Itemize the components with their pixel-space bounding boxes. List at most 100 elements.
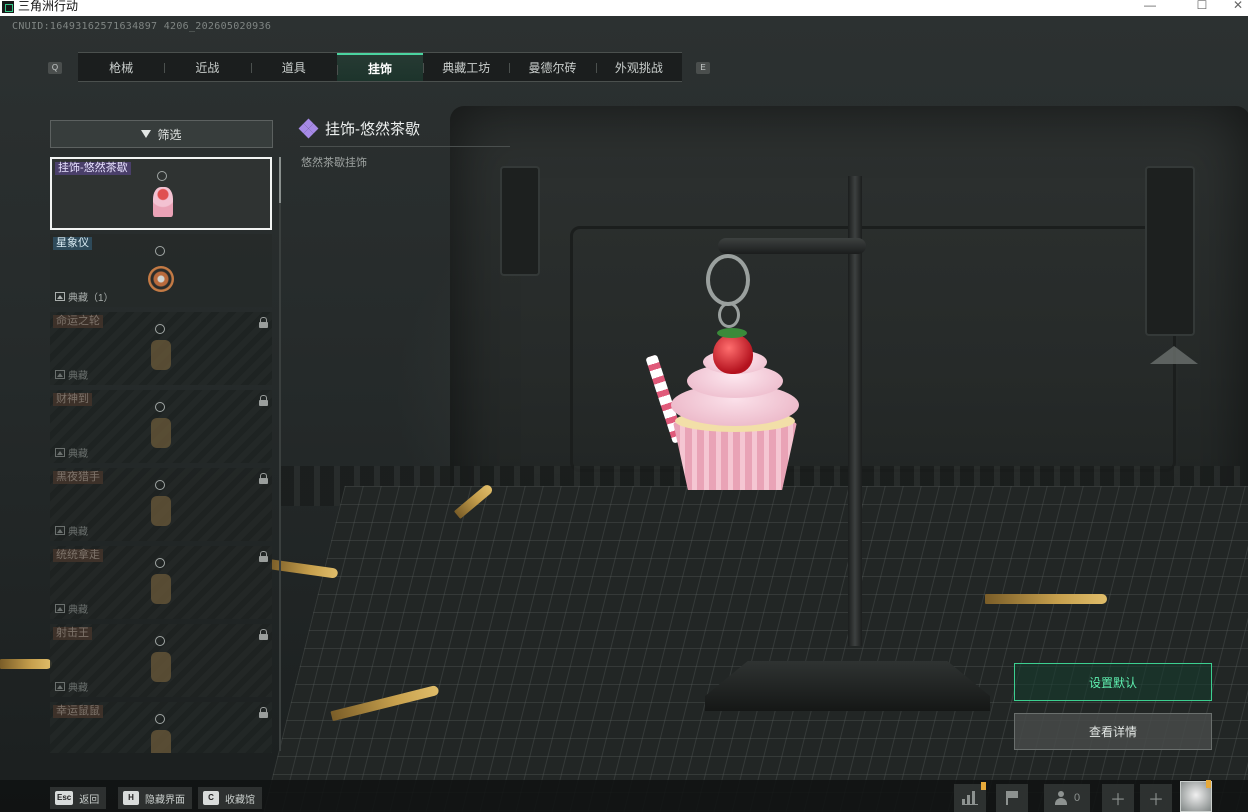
window-title: 三角洲行动 — [18, 0, 79, 13]
display-stand-base — [705, 661, 990, 711]
image-icon — [55, 292, 65, 301]
item-name: 统统拿走 — [53, 549, 103, 562]
h-key: H — [123, 791, 139, 805]
strawberry — [713, 334, 753, 374]
close-button[interactable]: ✕ — [1228, 0, 1248, 14]
cutting-mat — [260, 486, 1248, 812]
list-item[interactable]: 挂饰-悠然茶歇 — [50, 157, 272, 230]
detail-header: 挂饰-悠然茶歇 — [298, 118, 420, 139]
list-scrollbar[interactable] — [279, 157, 281, 751]
item-name: 星象仪 — [53, 237, 92, 250]
minimize-button[interactable]: — — [1140, 0, 1160, 14]
window-titlebar: 三角洲行动 — ☐ ✕ — [0, 0, 1248, 16]
add-slot-button[interactable]: ＋ — [1140, 784, 1172, 812]
stats-button[interactable] — [954, 782, 986, 812]
friends-count: 0 — [1073, 792, 1081, 804]
list-item[interactable]: 财神到 典藏 — [50, 390, 272, 463]
category-tabbar: Q 枪械 近战 道具 挂饰 典藏工坊 曼德尔砖 外观挑战 E — [48, 52, 712, 82]
add-slot-button[interactable]: ＋ — [1102, 784, 1134, 812]
collection-tag: 典藏 — [55, 679, 88, 694]
hint-label: 隐藏界面 — [145, 794, 185, 806]
hint-hide-ui[interactable]: H 隐藏界面 — [118, 787, 192, 809]
tab-appearance-challenge[interactable]: 外观挑战 — [595, 53, 682, 81]
display-stand-arm — [718, 238, 866, 254]
collection-tag: 典藏（1） — [55, 289, 114, 304]
cupcake-liner — [673, 422, 797, 490]
image-icon — [55, 604, 65, 613]
lock-icon — [259, 317, 268, 328]
list-item[interactable]: 统统拿走 典藏 — [50, 546, 272, 619]
hint-back[interactable]: Esc 返回 — [50, 787, 107, 809]
notification-badge — [981, 782, 986, 790]
stats-icon — [962, 791, 978, 805]
rarity-diamond-icon — [298, 118, 319, 138]
charm-list: 挂饰-悠然茶歇 星象仪 典藏（1） 命运之轮 典藏 财神到 典藏 黑夜猎手 典藏… — [50, 157, 272, 753]
category-tabs: 枪械 近战 道具 挂饰 典藏工坊 曼德尔砖 外观挑战 — [78, 52, 682, 82]
keyring-link — [718, 302, 740, 328]
case-arrow-decal — [1150, 346, 1198, 364]
list-item[interactable]: 命运之轮 典藏 — [50, 312, 272, 385]
strawberry-leaf — [717, 328, 747, 338]
player-avatar[interactable] — [1180, 780, 1212, 812]
astrolabe-thumbnail — [146, 246, 176, 298]
charm-thumbnail — [146, 324, 176, 376]
lock-icon — [259, 551, 268, 562]
tab-collection-workshop[interactable]: 典藏工坊 — [423, 53, 509, 81]
tab-melee[interactable]: 近战 — [164, 53, 250, 81]
collection-tag: 典藏 — [55, 523, 88, 538]
lock-icon — [259, 707, 268, 718]
item-name: 挂饰-悠然茶歇 — [55, 162, 131, 175]
item-name: 黑夜猎手 — [53, 471, 103, 484]
tab-mandel-brick[interactable]: 曼德尔砖 — [509, 53, 595, 81]
next-tab-key[interactable]: E — [696, 62, 710, 74]
maximize-button[interactable]: ☐ — [1192, 0, 1212, 14]
detail-title: 挂饰-悠然茶歇 — [325, 121, 420, 138]
case-latch-right — [1145, 166, 1195, 336]
charm-thumbnail — [146, 636, 176, 688]
scrollbar-thumb[interactable] — [279, 157, 281, 203]
cupcake-charm-model[interactable] — [645, 328, 805, 494]
image-icon — [55, 682, 65, 691]
esc-key: Esc — [55, 791, 74, 805]
prev-tab-key[interactable]: Q — [48, 62, 62, 74]
plus-icon: ＋ — [1109, 792, 1126, 809]
charm-thumbnail — [146, 558, 176, 610]
tab-gadgets[interactable]: 道具 — [250, 53, 337, 81]
plus-icon: ＋ — [1147, 792, 1164, 809]
friends-button[interactable]: 0 — [1044, 784, 1090, 812]
list-item[interactable]: 星象仪 典藏（1） — [50, 234, 272, 307]
charm-thumbnail — [146, 402, 176, 454]
lock-icon — [259, 473, 268, 484]
image-icon — [55, 448, 65, 457]
detail-divider — [300, 146, 510, 147]
set-default-button[interactable]: 设置默认 — [1014, 663, 1212, 701]
charm-thumbnail — [146, 480, 176, 532]
filter-button[interactable]: 筛选 — [50, 120, 273, 148]
detail-description: 悠然茶歇挂饰 — [301, 157, 367, 169]
view-details-button[interactable]: 查看详情 — [1014, 713, 1212, 750]
item-name: 幸运鼠鼠 — [53, 705, 103, 718]
list-item[interactable]: 幸运鼠鼠 — [50, 702, 272, 753]
friends-icon — [1054, 791, 1068, 805]
tab-charms[interactable]: 挂饰 — [336, 53, 424, 81]
notification-badge — [1206, 780, 1211, 788]
hint-collection[interactable]: C 收藏馆 — [198, 787, 262, 809]
filter-icon — [141, 130, 152, 138]
list-item[interactable]: 黑夜猎手 典藏 — [50, 468, 272, 541]
flag-button[interactable] — [996, 784, 1028, 812]
list-item[interactable]: 射击王 典藏 — [50, 624, 272, 697]
hint-label: 返回 — [79, 794, 100, 806]
lock-icon — [259, 629, 268, 640]
image-icon — [55, 370, 65, 379]
c-key: C — [203, 791, 219, 805]
bullet-prop — [985, 594, 1107, 604]
bullet-prop — [0, 659, 52, 669]
item-name: 射击王 — [53, 627, 92, 640]
keyring — [706, 254, 750, 306]
hint-label: 收藏馆 — [225, 794, 255, 806]
flag-icon — [1006, 791, 1018, 805]
tab-firearms[interactable]: 枪械 — [78, 53, 164, 81]
collection-tag: 典藏 — [55, 601, 88, 616]
collection-tag: 典藏 — [55, 367, 88, 382]
charm-thumbnail — [146, 714, 176, 753]
